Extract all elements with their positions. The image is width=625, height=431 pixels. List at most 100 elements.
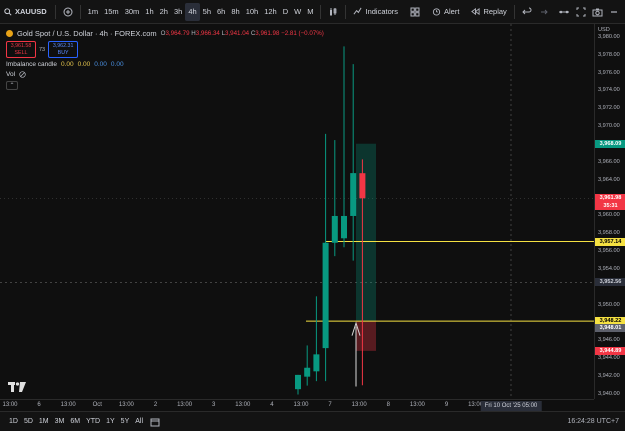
sell-label: SELL (14, 49, 28, 56)
ohlc-value: 3,966.34 (195, 29, 222, 37)
volume-label: Vol (6, 71, 16, 78)
sell-button[interactable]: 3,961.58 SELL (6, 41, 36, 58)
price-tick-label: 3,944.00 (598, 355, 620, 362)
minimize-icon[interactable] (606, 3, 622, 21)
replay-label: Replay (483, 7, 507, 16)
divider (320, 4, 322, 19)
ohlc-value: 3,941.04 (225, 29, 251, 37)
price-tag: 3,948.01 (595, 324, 625, 333)
time-tick-label: 13:00 (235, 402, 251, 408)
candle-body (331, 215, 338, 243)
divider (345, 4, 347, 19)
candle-body (313, 354, 320, 372)
spread-value: 73 (39, 46, 46, 53)
range-ytd[interactable]: YTD (83, 418, 103, 425)
timeframe-15m[interactable]: 15m (101, 3, 122, 21)
timeframe-3h[interactable]: 3h (171, 3, 185, 21)
clock-timezone[interactable]: 16:24:28 UTC+7 (567, 418, 619, 425)
alert-button[interactable]: Alert (429, 3, 462, 21)
redo-icon[interactable] (535, 3, 551, 21)
timeframe-1m[interactable]: 1m (85, 3, 101, 21)
price-tick-label: 3,978.00 (598, 51, 620, 58)
time-tick-label: 13:00 (409, 402, 425, 408)
timeframe-5h[interactable]: 5h (200, 3, 214, 21)
price-tag: 3,968.09 (595, 139, 625, 148)
candle-body (304, 367, 311, 377)
range-1d[interactable]: 1D (6, 418, 21, 425)
alarm-clock-icon (432, 7, 441, 16)
price-tag: 35:31 (595, 202, 625, 211)
time-tick-label: Oct (92, 402, 102, 408)
range-5d[interactable]: 5D (21, 418, 36, 425)
indicator-value: 0.00 (94, 61, 107, 68)
range-1m[interactable]: 1M (36, 418, 52, 425)
timeframe-12h[interactable]: 12h (261, 3, 280, 21)
timeframe-6h[interactable]: 6h (214, 3, 228, 21)
indicators-button[interactable]: Indicators (350, 3, 401, 21)
ohlc-value: 3,964.79 (165, 29, 192, 37)
range-1y[interactable]: 1Y (103, 418, 118, 425)
buy-label: BUY (57, 49, 69, 56)
time-tick-label: 2 (153, 402, 158, 408)
tradingview-logo-icon (8, 382, 26, 395)
timeframe-1h[interactable]: 1h (142, 3, 156, 21)
add-symbol-icon[interactable] (60, 3, 76, 21)
time-tick-label: 13:00 (293, 402, 309, 408)
undo-icon[interactable] (519, 3, 535, 21)
camera-icon[interactable] (589, 3, 606, 21)
price-tick-label: 3,964.00 (598, 176, 620, 183)
price-tick-label: 3,976.00 (598, 69, 620, 76)
indicator-row[interactable]: Imbalance candle 0.00 0.00 0.00 0.00 (6, 61, 324, 68)
time-axis[interactable]: 13:00 6 13:00 Oct 13:00 2 13:00 3 13:00 4 13:00 7 13… (0, 399, 594, 411)
price-tick-label: 3,974.00 (598, 87, 620, 94)
search-icon (4, 7, 12, 16)
volume-row[interactable]: Vol (6, 71, 324, 78)
visibility-off-icon[interactable] (19, 71, 26, 78)
candle-body (322, 242, 329, 349)
time-tick-label: 13:00 (177, 402, 193, 408)
timeframe-30m[interactable]: 30m (122, 3, 143, 21)
price-tick-label: 3,980.00 (598, 33, 620, 40)
price-tag: 3,944.89 (595, 346, 625, 355)
price-tick-label: 3,958.00 (598, 230, 620, 237)
timeframe-2h[interactable]: 2h (157, 3, 171, 21)
collapse-legend-button[interactable]: ⌃ (6, 81, 18, 90)
range-all[interactable]: All (132, 418, 146, 425)
divider (54, 4, 56, 19)
replay-button[interactable]: Replay (468, 3, 509, 21)
ohlc-values: O3,964.79 H3,966.34 L3,941.04 C3,961.98 … (161, 30, 324, 37)
time-tick-label: 13:00 (60, 402, 76, 408)
instrument-title[interactable]: Gold Spot / U.S. Dollar · 4h · FOREX.com (17, 29, 157, 38)
candle-body (341, 215, 347, 239)
indicators-icon (353, 7, 363, 16)
candle-style-icon[interactable] (325, 3, 341, 21)
range-6m[interactable]: 6M (67, 418, 83, 425)
buy-button[interactable]: 3,962.31 BUY (48, 41, 79, 58)
price-tick-label: 3,966.00 (598, 158, 620, 165)
timeframe-8h[interactable]: 8h (228, 3, 242, 21)
price-tag: 3,952.56 (595, 278, 625, 287)
templates-icon[interactable] (407, 3, 423, 21)
timeframe-D[interactable]: D (280, 3, 291, 21)
time-tick-label: 4 (270, 402, 274, 408)
candle-body (295, 374, 301, 390)
timeframe-4h[interactable]: 4h (185, 2, 200, 21)
price-tick-label: 3,972.00 (598, 105, 620, 112)
timeframe-10h[interactable]: 10h (243, 3, 262, 21)
timeframe-M[interactable]: M (304, 3, 316, 21)
price-axis[interactable]: USD 3,980.00 3,978.00 3,976.00 3,974.00 3,97… (594, 24, 625, 399)
indicator-name: Imbalance candle (6, 61, 57, 68)
time-tick-label: 13:00 (351, 402, 367, 408)
symbol-search[interactable]: XAUUSD (0, 7, 51, 16)
alert-label: Alert (444, 7, 460, 16)
divider (513, 4, 515, 19)
calendar-range-icon[interactable] (150, 417, 160, 427)
price-tick-label: 3,960.00 (598, 212, 620, 219)
symbol-name: XAUUSD (15, 7, 47, 16)
range-5y[interactable]: 5Y (118, 418, 133, 425)
range-3m[interactable]: 3M (52, 418, 68, 425)
timeframe-W[interactable]: W (291, 3, 304, 21)
price-tick-label: 3,970.00 (598, 123, 620, 130)
fullscreen-icon[interactable] (573, 3, 589, 21)
layout-icon[interactable] (555, 3, 573, 21)
